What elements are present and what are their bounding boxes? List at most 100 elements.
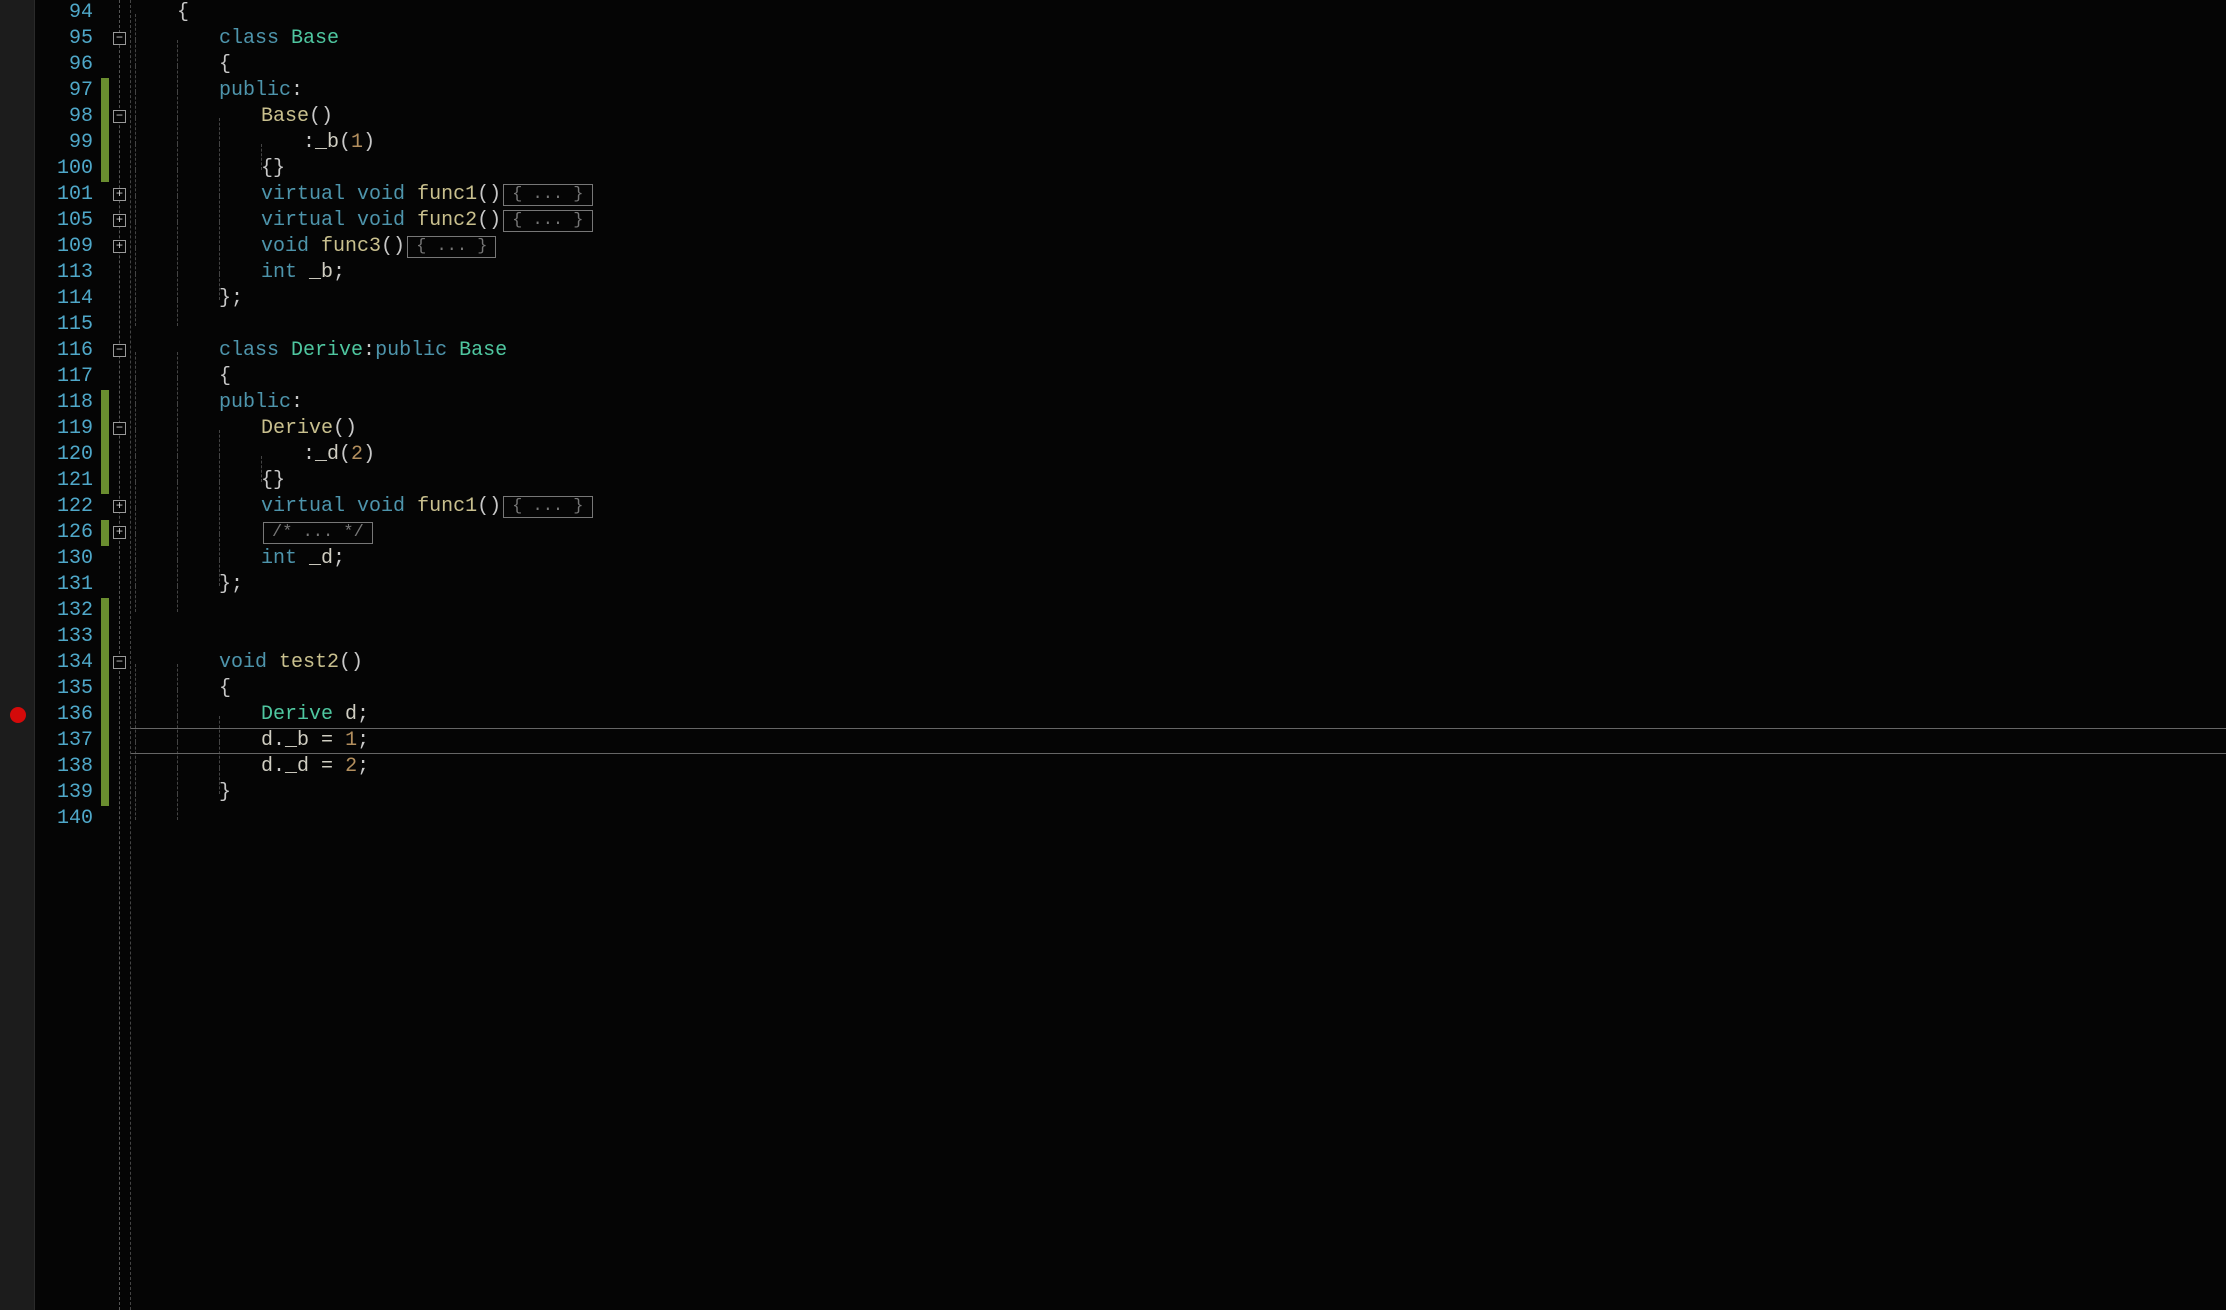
line-number: 126: [35, 520, 93, 546]
fold-expand-icon[interactable]: +: [113, 526, 126, 539]
line-number: 133: [35, 624, 93, 650]
code-line[interactable]: {}: [135, 156, 2226, 182]
code-line[interactable]: [135, 806, 2226, 832]
code-line[interactable]: [135, 624, 2226, 650]
fold-collapse-icon[interactable]: −: [113, 656, 126, 669]
code-token: d: [261, 729, 273, 752]
change-indicator-gutter: [101, 0, 109, 1310]
breakpoint-gutter[interactable]: [0, 0, 35, 1310]
code-token: [309, 235, 321, 258]
code-line[interactable]: int _b;: [135, 260, 2226, 286]
line-number: 118: [35, 390, 93, 416]
code-line[interactable]: class Derive:public Base: [135, 338, 2226, 364]
code-editor[interactable]: 9495969798991001011051091131141151161171…: [0, 0, 2226, 1310]
code-content-area[interactable]: {class Base{public:Base():_b(1){}virtual…: [131, 0, 2226, 1310]
code-token: Base: [459, 339, 507, 362]
fold-collapse-icon[interactable]: −: [113, 32, 126, 45]
change-bar: [101, 728, 109, 754]
fold-expand-icon[interactable]: +: [113, 240, 126, 253]
code-token: 2: [351, 443, 363, 466]
code-token: (): [477, 209, 501, 232]
folded-region-pill[interactable]: { ... }: [407, 236, 496, 258]
line-number: 113: [35, 260, 93, 286]
change-bar: [101, 390, 109, 416]
line-number: 117: [35, 364, 93, 390]
line-number: 96: [35, 52, 93, 78]
code-line[interactable]: {: [135, 364, 2226, 390]
fold-gutter[interactable]: − − + + + − − + + −: [109, 0, 131, 1310]
fold-expand-icon[interactable]: +: [113, 500, 126, 513]
code-token: [345, 495, 357, 518]
code-line[interactable]: {: [135, 52, 2226, 78]
code-token: =: [309, 729, 345, 752]
code-line[interactable]: public:: [135, 78, 2226, 104]
code-line[interactable]: Base(): [135, 104, 2226, 130]
fold-collapse-icon[interactable]: −: [113, 344, 126, 357]
code-line[interactable]: virtual void func2(){ ... }: [135, 208, 2226, 234]
code-line[interactable]: :_b(1): [135, 130, 2226, 156]
folded-region-pill[interactable]: { ... }: [503, 210, 592, 232]
fold-collapse-icon[interactable]: −: [113, 110, 126, 123]
line-number: 131: [35, 572, 93, 598]
code-token: Derive: [261, 417, 333, 440]
code-token: [279, 339, 291, 362]
code-token: Derive: [261, 703, 333, 726]
code-token: (): [477, 495, 501, 518]
folded-region-pill[interactable]: { ... }: [503, 184, 592, 206]
code-token: (: [339, 443, 351, 466]
folded-region-pill[interactable]: { ... }: [503, 496, 592, 518]
change-bar: [101, 780, 109, 806]
code-line[interactable]: virtual void func1(){ ... }: [135, 494, 2226, 520]
code-token: void: [219, 651, 267, 674]
code-line[interactable]: class Base: [135, 26, 2226, 52]
code-line[interactable]: };: [135, 286, 2226, 312]
line-number: 95: [35, 26, 93, 52]
code-token: void: [357, 495, 405, 518]
code-line[interactable]: [135, 598, 2226, 624]
line-number: 94: [35, 0, 93, 26]
fold-expand-icon[interactable]: +: [113, 188, 126, 201]
code-line[interactable]: {}: [135, 468, 2226, 494]
code-line[interactable]: void test2(): [135, 650, 2226, 676]
line-number: 101: [35, 182, 93, 208]
code-token: ;: [357, 703, 369, 726]
fold-collapse-icon[interactable]: −: [113, 422, 126, 435]
code-token: func1: [417, 183, 477, 206]
code-line[interactable]: int _d;: [135, 546, 2226, 572]
code-line[interactable]: }: [135, 780, 2226, 806]
folded-region-pill[interactable]: /* ... */: [263, 522, 373, 544]
code-line[interactable]: :_d(2): [135, 442, 2226, 468]
code-token: d: [345, 703, 357, 726]
code-line[interactable]: virtual void func1(){ ... }: [135, 182, 2226, 208]
code-token: (): [381, 235, 405, 258]
code-line[interactable]: /* ... */: [135, 520, 2226, 546]
code-token: }: [219, 781, 231, 804]
code-line[interactable]: Derive d;: [135, 702, 2226, 728]
code-token: [345, 209, 357, 232]
code-line[interactable]: [135, 312, 2226, 338]
breakpoint-marker[interactable]: [10, 707, 26, 723]
code-token: class: [219, 27, 279, 50]
line-number: 135: [35, 676, 93, 702]
fold-expand-icon[interactable]: +: [113, 214, 126, 227]
line-number: 139: [35, 780, 93, 806]
code-token: virtual: [261, 183, 345, 206]
line-number: 121: [35, 468, 93, 494]
code-line[interactable]: };: [135, 572, 2226, 598]
code-line[interactable]: void func3(){ ... }: [135, 234, 2226, 260]
code-token: .: [273, 755, 285, 778]
code-line[interactable]: Derive(): [135, 416, 2226, 442]
code-token: _b: [285, 729, 309, 752]
code-token: :: [291, 391, 303, 414]
code-token: Base: [291, 27, 339, 50]
code-line[interactable]: {: [135, 0, 2226, 26]
code-token: (): [309, 105, 333, 128]
code-line[interactable]: d._d = 2;: [135, 754, 2226, 780]
code-token: [297, 261, 309, 284]
code-line[interactable]: d._b = 1;: [135, 728, 2226, 754]
code-token: func3: [321, 235, 381, 258]
code-line[interactable]: public:: [135, 390, 2226, 416]
code-line[interactable]: {: [135, 676, 2226, 702]
code-token: public: [219, 79, 291, 102]
code-token: _d: [315, 443, 339, 466]
